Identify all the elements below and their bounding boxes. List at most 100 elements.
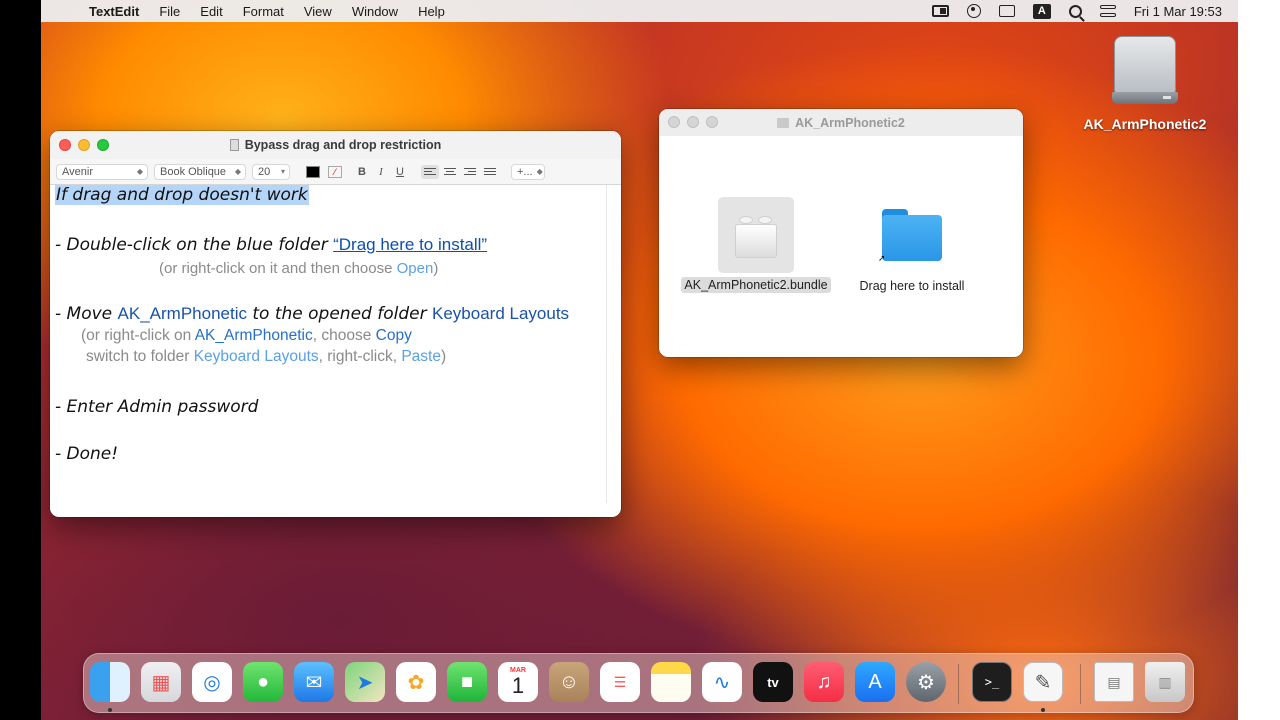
dock-freeform-icon[interactable]: ∿	[702, 662, 742, 702]
document-text-area[interactable]: If drag and drop doesn't work - Double-c…	[50, 185, 606, 503]
instruction-line-1[interactable]: - Double-click on the blue folder “Drag …	[55, 235, 487, 255]
bundle-file-item[interactable]: AK_ArmPhonetic2.bundle	[675, 197, 837, 293]
close-button[interactable]	[668, 116, 680, 128]
dock-launchpad-icon[interactable]: ▦	[141, 662, 181, 702]
dock-settings-icon[interactable]: ⚙	[906, 662, 946, 702]
dock-contacts-icon[interactable]: ☺	[549, 662, 589, 702]
menu-edit[interactable]: Edit	[200, 4, 222, 19]
stage-manager-icon[interactable]	[995, 2, 1015, 17]
instruction-text: to the opened folder	[246, 304, 432, 324]
dock-document-icon[interactable]: ▤	[1094, 662, 1134, 702]
underline-button[interactable]: U	[392, 166, 408, 178]
updown-chevron-icon: ◆	[234, 167, 241, 176]
proxy-volume-icon[interactable]	[777, 117, 790, 128]
note-text: switch to folder	[86, 348, 194, 365]
dock-safari-icon[interactable]: ◎	[192, 662, 232, 702]
font-size-select[interactable]: 20 ▾	[252, 163, 290, 180]
font-style-select[interactable]: Book Oblique ◆	[154, 163, 246, 180]
terminal-prompt: >_	[984, 675, 1000, 689]
copy-keyword: Copy	[375, 327, 412, 344]
close-button[interactable]	[59, 139, 71, 151]
dock-app-store-icon[interactable]: A	[855, 662, 895, 702]
user-account-icon[interactable]	[966, 4, 981, 18]
menu-bar: TextEdit File Edit Format View Window He…	[41, 0, 1238, 22]
install-folder-label[interactable]: Drag here to install	[860, 279, 965, 293]
bundle-file-label[interactable]: AK_ArmPhonetic2.bundle	[681, 277, 831, 293]
align-justify-icon[interactable]	[481, 165, 499, 179]
note-text: , right-click,	[318, 348, 402, 365]
align-right-icon[interactable]	[461, 165, 479, 179]
instruction-line-3[interactable]: - Enter Admin password	[55, 397, 258, 417]
instruction-note-2[interactable]: (or right-click on AK_ArmPhonetic, choos…	[81, 327, 412, 345]
highlight-color-swatch[interactable]: ⁄	[328, 165, 342, 178]
dock-maps-icon[interactable]: ➤	[345, 662, 385, 702]
italic-button[interactable]: I	[373, 166, 389, 178]
menu-clock[interactable]: Fri 1 Mar 19:53	[1134, 4, 1222, 19]
screen-mirroring-icon[interactable]	[931, 5, 949, 17]
drive-label[interactable]: AK_ArmPhonetic2	[1084, 116, 1207, 132]
minimize-button[interactable]	[78, 139, 90, 151]
spotlight-search-icon[interactable]	[1068, 4, 1082, 18]
folder-name: Keyboard Layouts	[432, 304, 570, 323]
updown-chevron-icon: ◆	[536, 167, 543, 176]
dock-tv-icon[interactable]: tv	[753, 662, 793, 702]
folder-name: Keyboard Layouts	[193, 348, 319, 365]
disk-image-icon[interactable]	[1110, 34, 1180, 106]
menu-extras: A Fri 1 Mar 19:53	[931, 0, 1222, 22]
dock-separator	[1080, 664, 1081, 704]
menu-app-name[interactable]: TextEdit	[89, 4, 139, 19]
font-family-select[interactable]: Avenir ◆	[56, 163, 148, 180]
layout-name: AK_ArmPhonetic	[117, 304, 247, 323]
dock-textedit-icon[interactable]: ✎	[1023, 662, 1063, 702]
desktop-drive[interactable]: AK_ArmPhonetic2	[1080, 34, 1210, 132]
control-center-icon[interactable]	[1099, 5, 1116, 17]
heading-line[interactable]: If drag and drop doesn't work	[55, 185, 309, 205]
font-size-value: 20	[258, 165, 271, 178]
input-source-icon[interactable]: A	[1032, 3, 1051, 19]
spacing-select[interactable]: +... ◆	[511, 163, 545, 180]
textedit-titlebar[interactable]: Bypass drag and drop restriction	[50, 131, 621, 159]
dock-terminal-icon[interactable]: >_	[972, 662, 1012, 702]
dock-messages-icon[interactable]: ●	[243, 662, 283, 702]
folder-alias-icon[interactable]: ➚	[878, 207, 944, 263]
zoom-button[interactable]	[706, 116, 718, 128]
install-folder-item[interactable]: ➚ Drag here to install	[845, 207, 979, 293]
text-color-swatch[interactable]	[306, 165, 320, 178]
dock-reminders-icon[interactable]: ☰	[600, 662, 640, 702]
dock-trash-icon[interactable]: ▥	[1145, 662, 1185, 702]
dock-facetime-icon[interactable]: ■	[447, 662, 487, 702]
instruction-line-2[interactable]: - Move AK_ArmPhonetic to the opened fold…	[55, 304, 569, 324]
open-keyword: Open	[396, 260, 434, 277]
menu-view[interactable]: View	[304, 4, 332, 19]
bold-button[interactable]: B	[354, 166, 370, 178]
instruction-line-4[interactable]: - Done!	[55, 444, 118, 464]
running-indicator	[1041, 708, 1045, 712]
dock-notes-icon[interactable]	[651, 662, 691, 702]
text-area-divider	[606, 185, 607, 503]
bundle-icon[interactable]	[718, 197, 794, 273]
align-center-icon[interactable]	[441, 165, 459, 179]
zoom-button[interactable]	[97, 139, 109, 151]
menu-format[interactable]: Format	[243, 4, 284, 19]
dock-music-icon[interactable]: ♫	[804, 662, 844, 702]
finder-titlebar[interactable]: AK_ArmPhonetic2	[659, 109, 1023, 136]
paste-keyword: Paste	[401, 348, 441, 365]
align-left-icon[interactable]	[421, 164, 439, 179]
menu-help[interactable]: Help	[418, 4, 445, 19]
instruction-note-1[interactable]: (or right-click on it and then choose Op…	[159, 260, 438, 277]
minimize-button[interactable]	[687, 116, 699, 128]
menu-window[interactable]: Window	[352, 4, 398, 19]
chevron-down-icon: ▾	[280, 167, 285, 176]
dock-photos-icon[interactable]: ✿	[396, 662, 436, 702]
dock-mail-icon[interactable]: ✉	[294, 662, 334, 702]
document-proxy-icon[interactable]	[229, 139, 239, 151]
note-text: )	[433, 260, 439, 277]
dock-calendar-icon[interactable]: MAR 1	[498, 662, 538, 702]
tv-label: tv	[767, 674, 779, 690]
running-indicator	[108, 708, 112, 712]
alias-arrow-icon: ➚	[878, 253, 886, 263]
folder-name-link[interactable]: “Drag here to install”	[333, 235, 487, 254]
dock-finder-icon[interactable]	[90, 662, 130, 702]
instruction-note-3[interactable]: switch to folder Keyboard Layouts, right…	[86, 348, 446, 366]
menu-file[interactable]: File	[159, 4, 180, 19]
